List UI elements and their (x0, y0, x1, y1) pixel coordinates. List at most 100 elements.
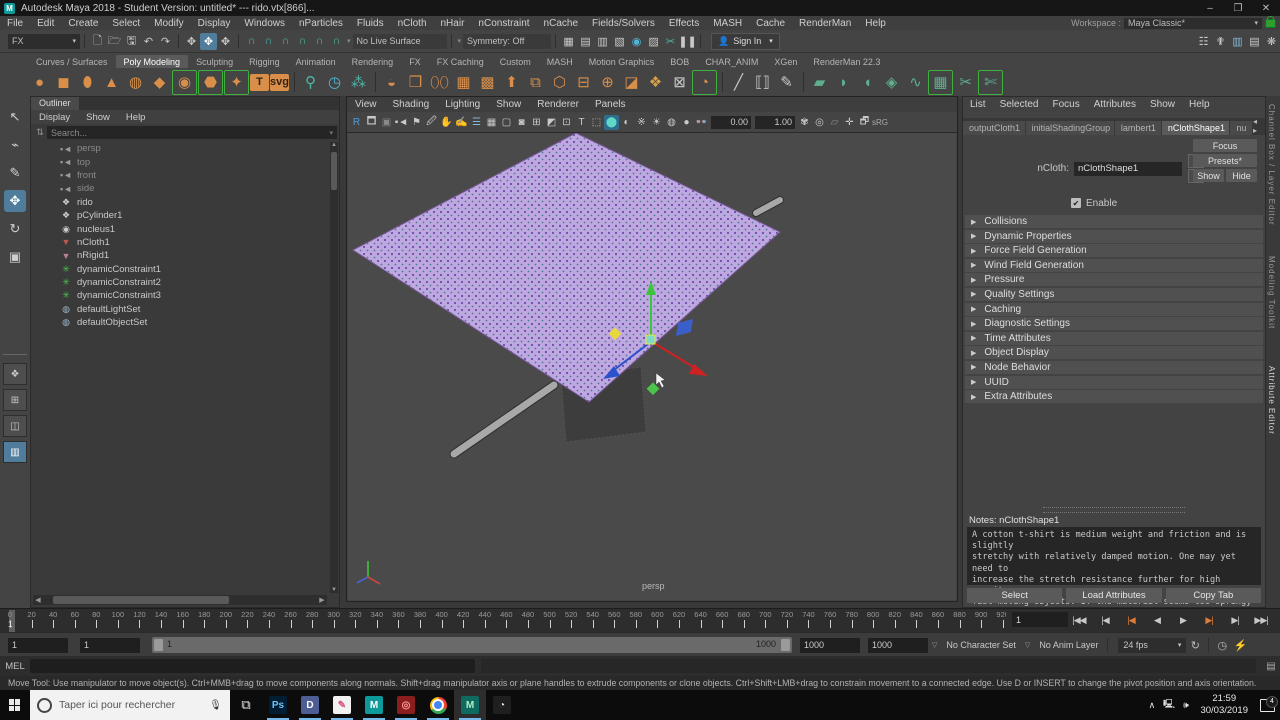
shelf-tab-char-anim[interactable]: CHAR_ANIM (697, 55, 766, 69)
menu-select[interactable]: Select (105, 18, 147, 29)
viewport-menu-view[interactable]: View (347, 99, 385, 110)
uv-cut-icon[interactable]: ◖ (856, 71, 879, 94)
enable-checkbox[interactable]: ✔ (1071, 198, 1081, 208)
anim-prefs-clock-icon[interactable]: ◷ (1213, 639, 1231, 652)
minimize-button[interactable]: – (1196, 3, 1224, 14)
lasso-tool[interactable]: ⌁ (4, 134, 26, 156)
section-force-field-generation[interactable]: ▶ Force Field Generation (965, 244, 1263, 258)
outliner-item-rido[interactable]: ❖ rido (33, 196, 329, 209)
view-transform-label[interactable]: sRG (872, 118, 888, 127)
safe-action-icon[interactable]: ⊡ (559, 115, 574, 130)
outliner-item-top[interactable]: ▪◄ top (33, 155, 329, 168)
bridge-icon[interactable]: ⟦⟧ (751, 71, 774, 94)
shelf-tab-renderman-22-3[interactable]: RenderMan 22.3 (805, 55, 888, 69)
outliner-item-nRigid1[interactable]: ▼ nRigid1 (33, 249, 329, 262)
shadows-icon[interactable]: ☀ (649, 115, 664, 130)
playback-start-field[interactable]: 1 (80, 637, 140, 653)
play-forwards-button[interactable]: ▶ (1170, 610, 1196, 630)
show-button[interactable]: Show (1193, 169, 1224, 182)
taskbar-search[interactable]: Taper ici pour rechercher 🎙 (30, 690, 230, 720)
viewport-menu-lighting[interactable]: Lighting (437, 99, 488, 110)
ae-tab-initialShadingGroup[interactable]: initialShadingGroup (1025, 121, 1114, 135)
selection-mask-dropdown[interactable]: FX ▾ (8, 33, 80, 49)
go-to-start-button[interactable]: |◀◀ (1066, 610, 1092, 630)
outliner-vertical-scrollbar[interactable]: ▲ ▼ (330, 142, 338, 593)
menu-file[interactable]: File (0, 18, 30, 29)
wireframe-icon[interactable]: ⬚ (589, 115, 604, 130)
outliner-search-input[interactable]: Search... ▾ (47, 126, 337, 139)
viewport-menu-renderer[interactable]: Renderer (529, 99, 587, 110)
make-live-icon[interactable]: ◔ (692, 69, 717, 95)
shelf-tab-xgen[interactable]: XGen (766, 55, 805, 69)
uv-sew-icon[interactable]: ✂ (954, 71, 977, 94)
presets-button[interactable]: Presets* (1193, 154, 1257, 167)
shelf-tab-motion-graphics[interactable]: Motion Graphics (581, 55, 663, 69)
sign-in-button[interactable]: 👤 Sign In ▾ (711, 32, 780, 50)
snap-live-icon[interactable]: ∩ (328, 33, 345, 50)
curve-warp-icon[interactable]: ⚲ (299, 71, 322, 94)
menu-help[interactable]: Help (858, 18, 893, 29)
svg-icon[interactable]: svg (270, 73, 289, 91)
render-current-icon[interactable]: ▤ (577, 33, 594, 50)
xray-icon[interactable]: 👓 (694, 115, 709, 130)
outliner-item-defaultLightSet[interactable]: ◍ defaultLightSet (33, 303, 329, 316)
section-diagnostic-settings[interactable]: ▶ Diagnostic Settings (965, 317, 1263, 331)
field-chart-icon[interactable]: ◩ (544, 115, 559, 130)
remesh-icon[interactable]: ⬡ (548, 71, 571, 94)
oscillate-icon[interactable]: ✍ (454, 115, 469, 130)
section-object-display[interactable]: ▶ Object Display (965, 346, 1263, 360)
separate-icon[interactable]: ❒ (404, 71, 427, 94)
save-scene-icon[interactable]: 🖫 (123, 33, 140, 50)
ao-icon[interactable]: ◍ (664, 115, 679, 130)
circularize-icon[interactable]: ⊕ (596, 71, 619, 94)
task-view-button[interactable]: ⧉ (230, 690, 262, 720)
go-to-end-button[interactable]: ▶▶| (1248, 610, 1274, 630)
undo-icon[interactable]: ↶ (140, 33, 157, 50)
image-plane-icon[interactable]: 🖉 (424, 115, 439, 130)
poly-sphere-icon[interactable]: ● (28, 71, 51, 94)
section-dynamic-properties[interactable]: ▶ Dynamic Properties (965, 229, 1263, 243)
step-back-frame-button[interactable]: |◀ (1092, 610, 1118, 630)
layout-four[interactable]: ⊞ (3, 389, 27, 411)
load-attributes-button[interactable]: Load Attributes (1066, 588, 1162, 603)
step-forward-frame-button[interactable]: ▶| (1222, 610, 1248, 630)
menu-nhair[interactable]: nHair (434, 18, 472, 29)
uv-fill-icon[interactable]: ▰ (808, 71, 831, 94)
combine-icon[interactable]: ◒ (380, 71, 403, 94)
animation-start-field[interactable]: 1 (8, 637, 68, 653)
action-center-button[interactable]: 4 (1254, 695, 1280, 712)
shelf-tab-custom[interactable]: Custom (492, 55, 539, 69)
layout-two-side[interactable]: ◫ (3, 415, 27, 437)
tray-chevron-icon[interactable]: ∧ (1143, 700, 1160, 711)
layout-outliner-persp[interactable]: ▥ (3, 441, 27, 463)
viewport-menu-shading[interactable]: Shading (385, 99, 438, 110)
section-extra-attributes[interactable]: ▶ Extra Attributes (965, 390, 1263, 404)
render-view-icon[interactable]: ▦ (560, 33, 577, 50)
sweep-mesh-icon[interactable]: ◷ (323, 71, 346, 94)
ae-tab-scroll-arrows[interactable]: ◂ ▸ (1253, 117, 1265, 135)
section-node-behavior[interactable]: ▶ Node Behavior (965, 360, 1263, 374)
toolsettings-toggle-icon[interactable]: ❋ (1263, 33, 1280, 50)
select-hierarchy-icon[interactable]: ✥ (183, 33, 200, 50)
notes-resize-handle[interactable] (1043, 507, 1185, 513)
hypershade-icon[interactable]: ◉ (628, 33, 645, 50)
mel-input[interactable] (30, 659, 475, 673)
obs-app[interactable]: ◔ (486, 690, 518, 720)
select-object-icon[interactable]: ✥ (200, 32, 217, 50)
type-zero-icon[interactable]: ⁂ (347, 71, 370, 94)
start-button[interactable] (0, 690, 30, 720)
poly-cube-icon[interactable]: ◼ (52, 71, 75, 94)
outliner-item-pCylinder1[interactable]: ❖ pCylinder1 (33, 209, 329, 222)
play-backwards-button[interactable]: ◀ (1144, 610, 1170, 630)
paint-effects-icon[interactable]: ✂ (662, 33, 679, 50)
live-surface-field[interactable]: No Live Surface (352, 33, 447, 49)
outliner-item-dynamicConstraint2[interactable]: ✳ dynamicConstraint2 (33, 276, 329, 289)
gamma-field[interactable]: 1.00 (755, 115, 795, 129)
notes-textarea[interactable]: A cotton t-shirt is medium weight and fr… (967, 527, 1261, 629)
ipr-render-icon[interactable]: ▥ (594, 33, 611, 50)
step-back-key-button[interactable]: |◀ (1118, 610, 1144, 630)
render-settings-icon[interactable]: ▧ (611, 33, 628, 50)
shelf-tab-curves-surfaces[interactable]: Curves / Surfaces (28, 55, 116, 69)
section-time-attributes[interactable]: ▶ Time Attributes (965, 331, 1263, 345)
select-component-icon[interactable]: ✥ (217, 33, 234, 50)
